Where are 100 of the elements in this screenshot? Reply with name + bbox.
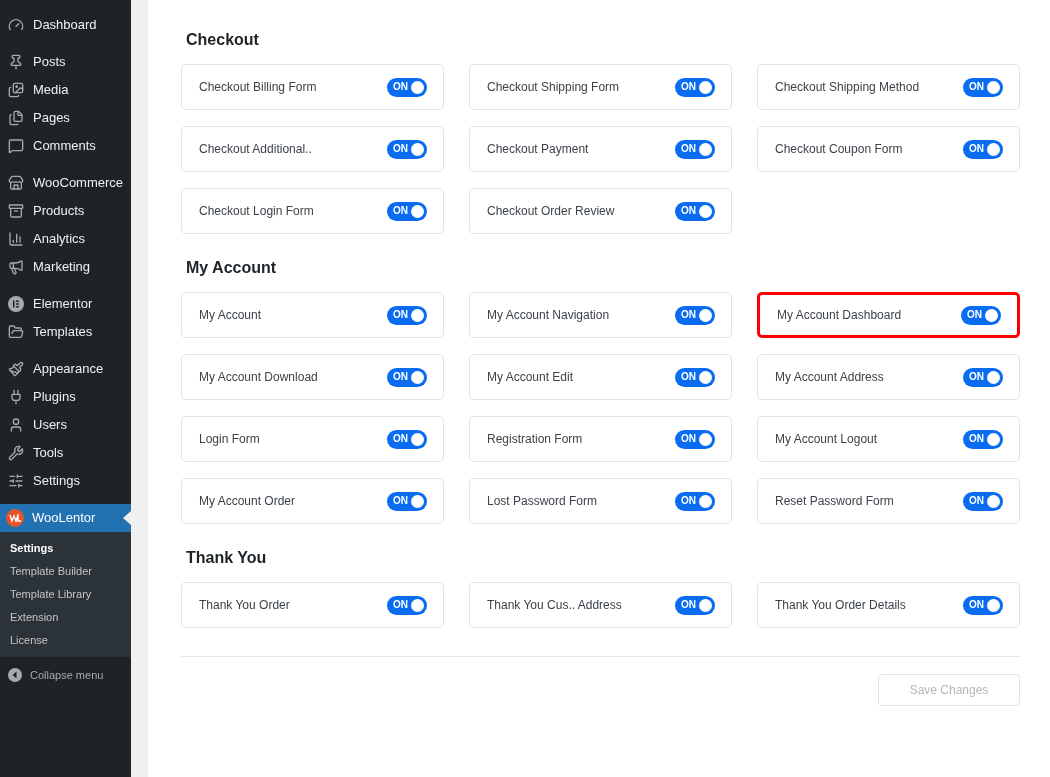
toggle-knob xyxy=(987,598,1000,612)
toggle-switch[interactable]: ON xyxy=(961,305,1001,325)
toggle-knob xyxy=(411,308,424,322)
module-label: Registration Form xyxy=(487,431,583,448)
submenu-item[interactable]: Settings xyxy=(0,537,131,560)
section-heading: Thank You xyxy=(185,548,268,568)
toggle-switch[interactable]: ON xyxy=(963,77,1003,97)
sidebar-item-active[interactable]: WooLentor xyxy=(0,504,131,532)
toggle-knob xyxy=(699,204,712,218)
user-icon xyxy=(8,417,24,433)
toggle-switch[interactable]: ON xyxy=(387,77,427,97)
toggle-switch[interactable]: ON xyxy=(963,491,1003,511)
section-heading: Checkout xyxy=(185,30,260,50)
toggle-switch[interactable]: ON xyxy=(963,367,1003,387)
toggle-knob xyxy=(411,204,424,218)
toggle-label: ON xyxy=(966,310,982,320)
store-icon xyxy=(8,175,24,191)
toggle-switch[interactable]: ON xyxy=(675,77,715,97)
toggle-switch[interactable]: ON xyxy=(963,429,1003,449)
toggle-knob xyxy=(987,494,1000,508)
module-label: My Account xyxy=(199,307,262,324)
module-label: My Account Address xyxy=(775,369,884,386)
toggle-switch[interactable]: ON xyxy=(387,429,427,449)
module-label: My Account Dashboard xyxy=(777,307,902,324)
toggle-label: ON xyxy=(968,82,984,92)
toggle-knob xyxy=(411,370,424,384)
sidebar-item[interactable]: Plugins xyxy=(0,383,131,411)
sidebar-item[interactable]: Media xyxy=(0,76,131,104)
toggle-label: ON xyxy=(968,496,984,506)
module-label: Reset Password Form xyxy=(775,493,894,510)
toggle-switch[interactable]: ON xyxy=(387,201,427,221)
module-label: My Account Logout xyxy=(775,431,878,448)
toggle-label: ON xyxy=(392,496,408,506)
toggle-switch[interactable]: ON xyxy=(675,139,715,159)
toggle-switch[interactable]: ON xyxy=(675,429,715,449)
sliders-icon xyxy=(8,473,24,489)
toggle-switch[interactable]: ON xyxy=(675,491,715,511)
sidebar-item[interactable]: Tools xyxy=(0,439,131,467)
module-label: Checkout Coupon Form xyxy=(775,141,903,158)
module-label: Thank You Order Details xyxy=(775,597,906,614)
pin-icon xyxy=(8,54,24,70)
toggle-switch[interactable]: ON xyxy=(387,139,427,159)
submenu-item[interactable]: License xyxy=(0,629,131,652)
toggle-knob xyxy=(699,598,712,612)
megaphone-icon xyxy=(8,259,24,275)
toggle-label: ON xyxy=(680,310,696,320)
toggle-knob xyxy=(699,370,712,384)
module-label: My Account Order xyxy=(199,493,296,510)
toggle-switch[interactable]: ON xyxy=(387,595,427,615)
toggle-switch[interactable]: ON xyxy=(675,367,715,387)
toggle-label: ON xyxy=(392,144,408,154)
module-label: Login Form xyxy=(199,431,260,448)
toggle-switch[interactable]: ON xyxy=(675,595,715,615)
sidebar-item[interactable]: Analytics xyxy=(0,225,131,253)
toggle-label: ON xyxy=(680,82,696,92)
toggle-label: ON xyxy=(680,496,696,506)
toggle-switch[interactable]: ON xyxy=(963,139,1003,159)
toggle-switch[interactable]: ON xyxy=(387,305,427,325)
sidebar-item[interactable]: Marketing xyxy=(0,253,131,281)
paintbrush-icon xyxy=(8,361,24,377)
module-label: Checkout Shipping Form xyxy=(487,79,620,96)
toggle-label: ON xyxy=(392,372,408,382)
sidebar-item[interactable]: Products xyxy=(0,197,131,225)
logo-icon xyxy=(6,509,24,527)
collapse-menu-button[interactable]: Collapse menu xyxy=(0,660,131,690)
sidebar-item[interactable]: Settings xyxy=(0,467,131,495)
toggle-knob xyxy=(985,308,998,322)
pages-icon xyxy=(8,110,24,126)
toggle-knob xyxy=(987,142,1000,156)
toggle-switch[interactable]: ON xyxy=(387,491,427,511)
module-label: Checkout Payment xyxy=(487,141,589,158)
module-label: Checkout Shipping Method xyxy=(775,79,920,96)
toggle-label: ON xyxy=(680,144,696,154)
bar-chart-icon xyxy=(8,231,24,247)
comment-icon xyxy=(8,138,24,154)
sidebar-item[interactable]: Pages xyxy=(0,104,131,132)
module-label: My Account Navigation xyxy=(487,307,610,324)
sidebar-item[interactable]: Dashboard xyxy=(0,11,131,39)
toggle-switch[interactable]: ON xyxy=(675,305,715,325)
toggle-label: ON xyxy=(968,434,984,444)
toggle-switch[interactable]: ON xyxy=(387,367,427,387)
sidebar-item[interactable]: Elementor xyxy=(0,290,131,318)
toggle-switch[interactable]: ON xyxy=(963,595,1003,615)
toggle-switch[interactable]: ON xyxy=(675,201,715,221)
circle-e-icon xyxy=(8,296,24,312)
toggle-knob xyxy=(699,80,712,94)
sidebar-item[interactable]: Users xyxy=(0,411,131,439)
module-label: Checkout Additional.. xyxy=(199,141,312,158)
toggle-label: ON xyxy=(392,206,408,216)
sidebar-item[interactable]: Posts xyxy=(0,48,131,76)
submenu-item[interactable]: Extension xyxy=(0,606,131,629)
sidebar-item[interactable]: Templates xyxy=(0,318,131,346)
submenu-item[interactable]: Template Builder xyxy=(0,560,131,583)
sidebar-item[interactable]: WooCommerce xyxy=(0,169,131,197)
toggle-label: ON xyxy=(392,82,408,92)
submenu-item[interactable]: Template Library xyxy=(0,583,131,606)
module-label: Checkout Login Form xyxy=(199,203,314,220)
sidebar-item[interactable]: Comments xyxy=(0,132,131,160)
toggle-label: ON xyxy=(968,372,984,382)
sidebar-item[interactable]: Appearance xyxy=(0,355,131,383)
